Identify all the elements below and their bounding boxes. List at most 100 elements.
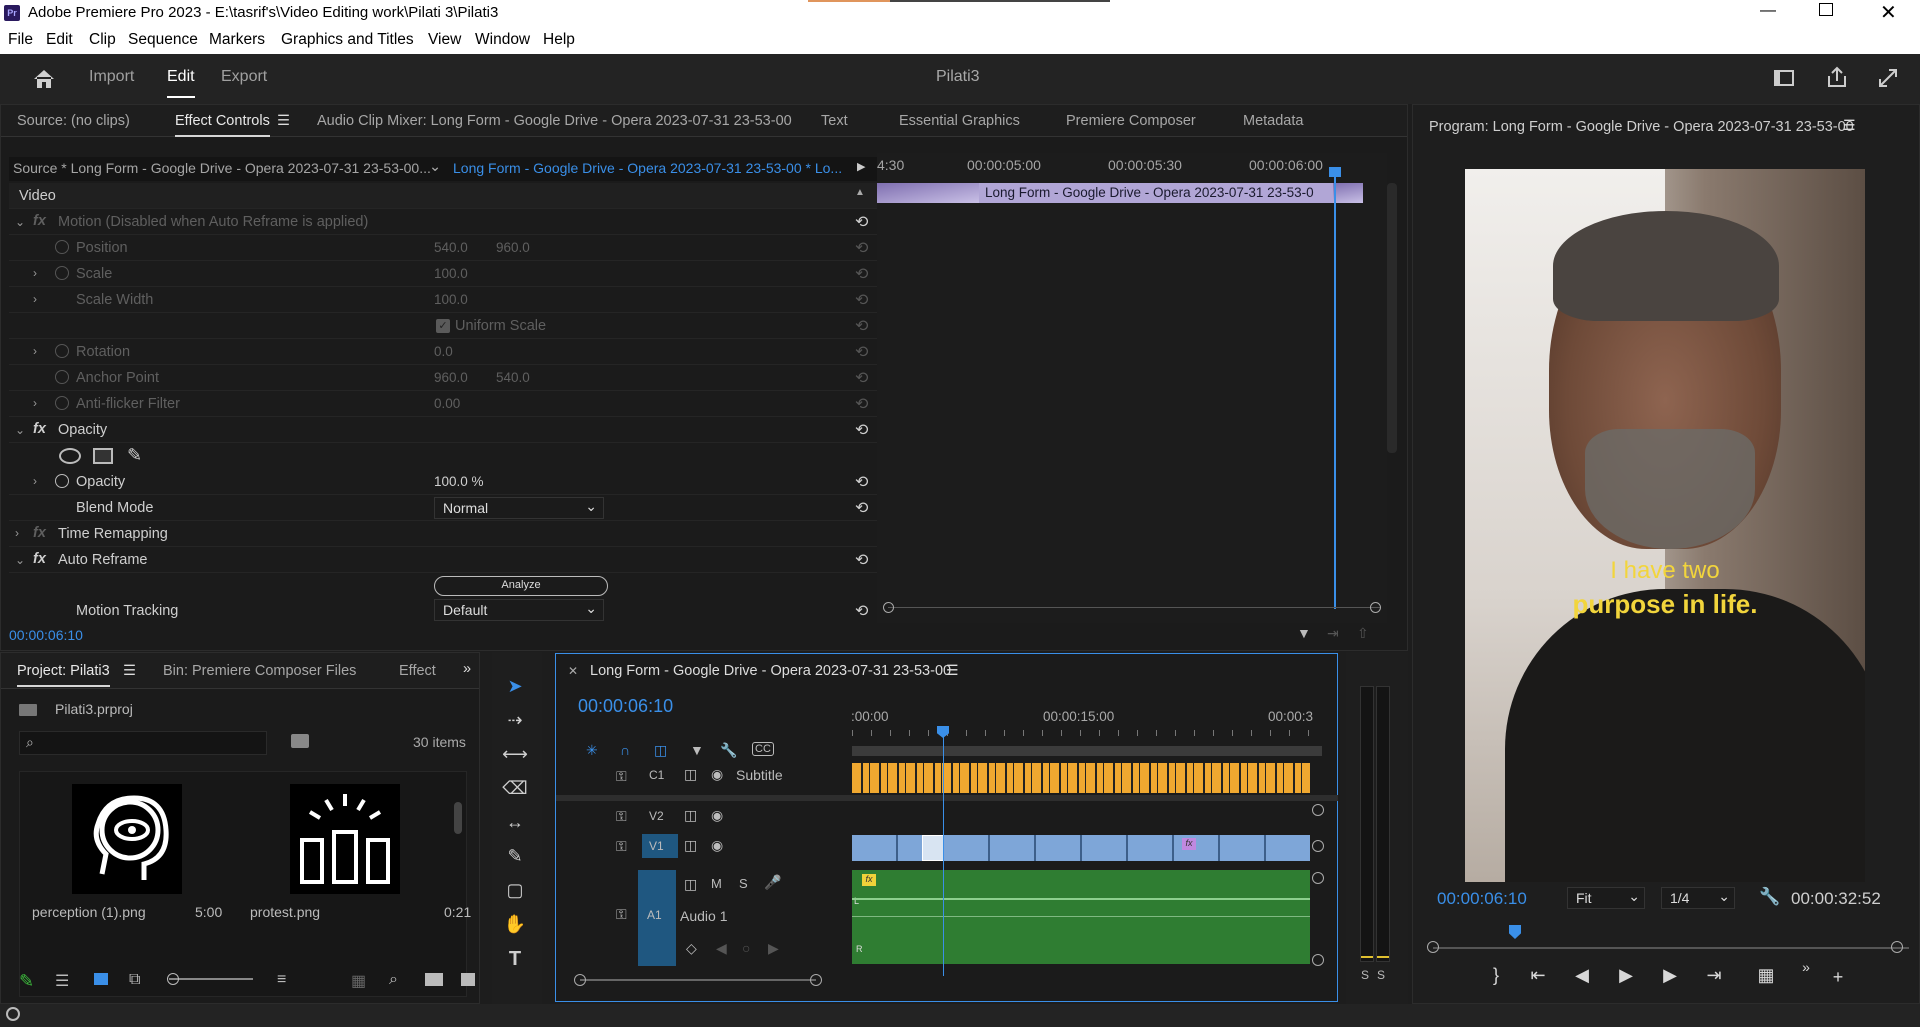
chevron-right-icon[interactable]: › bbox=[33, 266, 37, 280]
horizontal-scrollbar[interactable] bbox=[580, 979, 816, 981]
mute-button[interactable]: M bbox=[711, 876, 722, 891]
toggle-sync-icon[interactable]: ◫ bbox=[684, 807, 697, 824]
export-tab[interactable]: Export bbox=[221, 68, 267, 86]
reset-icon[interactable]: ⟲ bbox=[855, 601, 868, 621]
blend-mode-select[interactable]: Normal ⌄ bbox=[434, 497, 604, 519]
timeline-timecode[interactable]: 00:00:06:10 bbox=[578, 696, 673, 717]
tab-premiere-composer[interactable]: Premiere Composer bbox=[1066, 113, 1196, 129]
type-tool-icon[interactable]: T bbox=[500, 948, 530, 976]
play-icon[interactable]: ▶ bbox=[1613, 965, 1639, 986]
mark-out-icon[interactable]: } bbox=[1483, 965, 1509, 986]
thumbnail-perception[interactable] bbox=[72, 784, 182, 894]
import-tab[interactable]: Import bbox=[89, 68, 134, 86]
solo-right-button[interactable]: S bbox=[1377, 968, 1385, 982]
vertical-scroll-handle[interactable] bbox=[1312, 954, 1324, 966]
share-icon[interactable] bbox=[1826, 66, 1848, 88]
tab-essential-graphics[interactable]: Essential Graphics bbox=[899, 113, 1020, 129]
add-keyframe-icon[interactable]: ○ bbox=[742, 940, 750, 956]
list-view-icon[interactable]: ☰ bbox=[55, 971, 69, 991]
home-icon[interactable] bbox=[32, 68, 56, 90]
stopwatch-icon[interactable] bbox=[55, 266, 69, 280]
reset-icon[interactable]: ⟲ bbox=[855, 472, 868, 492]
chevron-right-icon[interactable]: › bbox=[33, 292, 37, 306]
prev-keyframe-icon[interactable]: ◀ bbox=[716, 940, 727, 957]
zoom-handle[interactable] bbox=[167, 973, 179, 985]
stopwatch-icon[interactable] bbox=[55, 344, 69, 358]
find-icon[interactable]: ⌕ bbox=[389, 971, 398, 989]
minimize-button[interactable]: — bbox=[1760, 2, 1780, 20]
filter-icon[interactable]: ▼ bbox=[1297, 625, 1311, 641]
ec-playhead-handle[interactable] bbox=[1329, 167, 1341, 177]
rotation-value[interactable]: 0.0 bbox=[434, 344, 453, 359]
pen-mask-icon[interactable]: ✎ bbox=[127, 445, 142, 466]
uniform-scale-checkbox[interactable]: ✓ bbox=[436, 319, 450, 333]
ec-scrollbar[interactable] bbox=[888, 607, 1380, 617]
reset-icon[interactable]: ⟲ bbox=[855, 212, 868, 232]
tab-audio-clip-mixer[interactable]: Audio Clip Mixer: Long Form - Google Dri… bbox=[317, 113, 792, 129]
tab-effects[interactable]: Effect bbox=[399, 663, 436, 679]
chevron-expand-icon[interactable]: ⌄ bbox=[15, 215, 25, 229]
next-keyframe-icon[interactable]: ▶ bbox=[768, 940, 779, 957]
add-marker-icon[interactable]: ▼ bbox=[690, 742, 704, 758]
ripple-edit-icon[interactable]: ⟷ bbox=[500, 744, 530, 772]
grid-scrollbar[interactable] bbox=[454, 802, 462, 834]
chevron-right-icon[interactable]: › bbox=[33, 474, 37, 488]
close-tab-icon[interactable]: ✕ bbox=[568, 664, 578, 678]
eye-icon[interactable]: ◉ bbox=[711, 766, 723, 783]
pencil-icon[interactable]: ✎ bbox=[19, 971, 34, 992]
menu-sequence[interactable]: Sequence bbox=[128, 31, 198, 49]
opacity-section-row[interactable]: ⌄ fx Opacity ⟲ bbox=[9, 417, 883, 443]
stopwatch-icon[interactable] bbox=[55, 396, 69, 410]
more-icon[interactable]: » bbox=[1793, 959, 1819, 975]
keyframe-icon[interactable]: ◇ bbox=[686, 940, 697, 957]
ec-timecode[interactable]: 00:00:06:10 bbox=[9, 627, 83, 643]
go-to-in-icon[interactable]: ⇤ bbox=[1525, 965, 1551, 986]
razor-tool-icon[interactable]: ⌫ bbox=[500, 778, 530, 806]
scroll-up-icon[interactable]: ▲ bbox=[855, 187, 865, 198]
play-triangle-icon[interactable]: ▶ bbox=[857, 160, 865, 173]
icon-view-icon[interactable] bbox=[94, 973, 108, 985]
audio-clip[interactable]: fx L R bbox=[852, 870, 1310, 964]
scale-value[interactable]: 100.0 bbox=[434, 266, 468, 281]
freeform-view-icon[interactable]: ⧉ bbox=[129, 971, 140, 989]
microphone-icon[interactable]: 🎤 bbox=[764, 874, 781, 891]
vertical-scroll-handle[interactable] bbox=[1312, 840, 1324, 852]
step-forward-icon[interactable]: ▶ bbox=[1657, 965, 1683, 986]
edit-tab[interactable]: Edit bbox=[167, 68, 195, 98]
close-button[interactable]: ✕ bbox=[1880, 0, 1897, 25]
auto-reframe-row[interactable]: ⌄ fx Auto Reframe ⟲ bbox=[9, 547, 883, 573]
project-search-input[interactable]: ⌕ bbox=[19, 731, 267, 755]
reset-icon[interactable]: ⟲ bbox=[855, 420, 868, 440]
snap-icon[interactable]: ∩ bbox=[620, 742, 630, 758]
tab-bin[interactable]: Bin: Premiere Composer Files bbox=[163, 663, 356, 679]
tab-source[interactable]: Source: (no clips) bbox=[17, 113, 130, 129]
chevron-expand-icon[interactable]: ⌄ bbox=[15, 553, 25, 567]
settings-wrench-icon[interactable]: 🔧 bbox=[720, 742, 737, 759]
menu-file[interactable]: File bbox=[8, 31, 33, 49]
step-back-icon[interactable]: ◀ bbox=[1569, 965, 1595, 986]
vertical-scroll-handle[interactable] bbox=[1312, 804, 1324, 816]
resolution-select[interactable]: 1/4 ⌄ bbox=[1661, 887, 1735, 909]
video-clips[interactable] bbox=[852, 835, 1310, 861]
panel-menu-icon[interactable]: ☰ bbox=[277, 113, 290, 129]
eye-icon[interactable]: ◉ bbox=[711, 837, 723, 854]
source-clip-select[interactable]: Source * Long Form - Google Drive - Oper… bbox=[13, 160, 431, 176]
solo-left-button[interactable]: S bbox=[1361, 968, 1369, 982]
timeline-playhead-handle[interactable] bbox=[937, 726, 949, 738]
ec-scroll-handle[interactable] bbox=[883, 602, 894, 613]
rectangle-mask-icon[interactable] bbox=[93, 448, 113, 464]
chevron-down-icon[interactable]: ⌄ bbox=[429, 159, 441, 175]
position-y-value[interactable]: 960.0 bbox=[496, 240, 530, 255]
wrench-icon[interactable]: 🔧 bbox=[1759, 887, 1780, 907]
time-remapping-row[interactable]: › fx Time Remapping bbox=[9, 521, 883, 547]
chevron-right-icon[interactable]: › bbox=[15, 526, 19, 540]
ellipse-mask-icon[interactable] bbox=[59, 448, 81, 464]
timeline-playhead[interactable] bbox=[943, 730, 944, 976]
track-select-icon[interactable]: ⇢ bbox=[500, 710, 530, 738]
menu-graphics[interactable]: Graphics and Titles bbox=[281, 31, 414, 49]
ec-vscroll[interactable] bbox=[1387, 183, 1397, 453]
sort-icon[interactable]: ≡ bbox=[277, 971, 286, 989]
anchor-y-value[interactable]: 540.0 bbox=[496, 370, 530, 385]
ec-scroll-handle[interactable] bbox=[1370, 602, 1381, 613]
linked-selection-icon[interactable]: ◫ bbox=[654, 742, 667, 759]
